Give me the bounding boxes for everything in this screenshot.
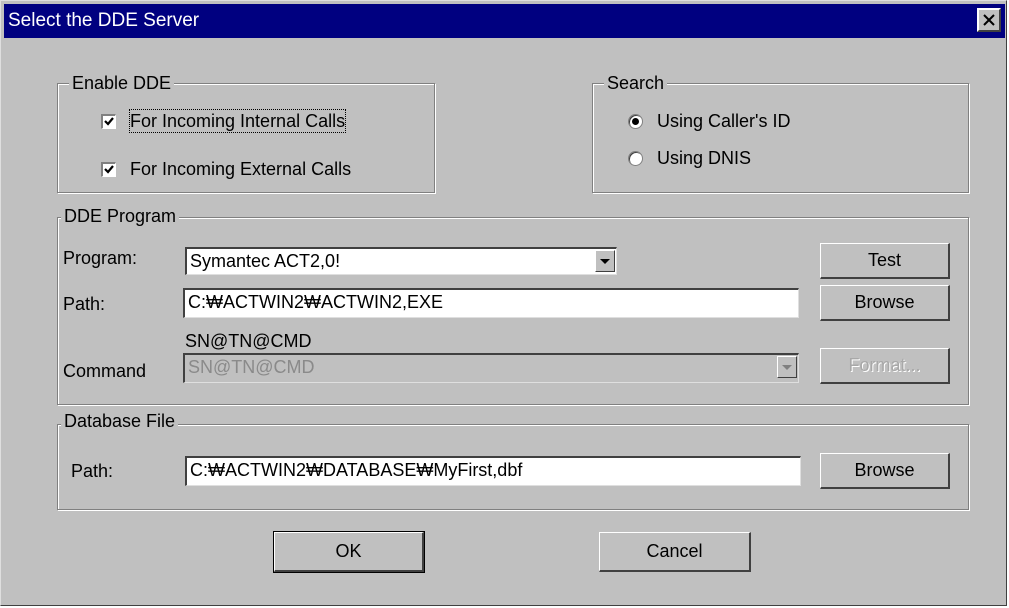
checkmark-icon bbox=[104, 165, 114, 174]
dnis-radio[interactable] bbox=[628, 151, 643, 166]
program-dropdown-button[interactable] bbox=[595, 250, 615, 272]
enable-dde-legend: Enable DDE bbox=[69, 73, 175, 93]
title-bar: Select the DDE Server bbox=[4, 4, 1005, 38]
database-path-label: Path: bbox=[71, 461, 114, 481]
incoming-internal-label[interactable]: For Incoming Internal Calls bbox=[128, 109, 347, 133]
program-browse-button[interactable]: Browse bbox=[820, 285, 950, 321]
command-hint: SN@TN@CMD bbox=[185, 331, 312, 351]
dialog-window: Select the DDE Server Enable DDE For Inc… bbox=[0, 0, 1007, 606]
callers-id-label[interactable]: Using Caller's ID bbox=[657, 110, 790, 132]
program-path-value: C:₩ACTWIN2₩ACTWIN2,EXE bbox=[188, 292, 443, 312]
database-path-input[interactable]: C:₩ACTWIN2₩DATABASE₩MyFirst,dbf bbox=[185, 456, 801, 486]
search-legend: Search bbox=[604, 73, 668, 93]
command-combobox[interactable]: SN@TN@CMD bbox=[183, 353, 799, 383]
dde-program-legend: DDE Program bbox=[61, 206, 180, 226]
test-button-label: Test bbox=[867, 250, 901, 270]
format-button[interactable]: Format... bbox=[820, 348, 950, 384]
program-combobox[interactable]: Symantec ACT2,0! bbox=[185, 247, 617, 275]
ok-button[interactable]: OK bbox=[273, 531, 425, 573]
program-path-label: Path: bbox=[63, 294, 106, 314]
incoming-internal-checkbox[interactable] bbox=[101, 114, 116, 129]
incoming-external-label[interactable]: For Incoming External Calls bbox=[130, 158, 351, 180]
radio-selected-dot bbox=[632, 118, 639, 125]
command-label: Command bbox=[63, 361, 147, 381]
chevron-down-icon bbox=[782, 365, 792, 370]
chevron-down-icon bbox=[600, 259, 610, 264]
database-browse-label: Browse bbox=[854, 460, 915, 480]
program-label: Program: bbox=[63, 248, 138, 268]
dnis-label[interactable]: Using DNIS bbox=[657, 147, 751, 169]
cancel-button-label: Cancel bbox=[646, 541, 703, 561]
command-dropdown-button[interactable] bbox=[777, 356, 797, 378]
format-button-label: Format... bbox=[848, 355, 921, 375]
program-value: Symantec ACT2,0! bbox=[190, 251, 341, 271]
command-value: SN@TN@CMD bbox=[188, 357, 315, 377]
callers-id-radio[interactable] bbox=[628, 114, 643, 129]
search-group bbox=[592, 83, 969, 193]
checkmark-icon bbox=[104, 117, 114, 126]
program-path-input[interactable]: C:₩ACTWIN2₩ACTWIN2,EXE bbox=[183, 288, 799, 318]
cancel-button[interactable]: Cancel bbox=[599, 532, 751, 572]
window-title: Select the DDE Server bbox=[8, 10, 200, 31]
close-icon bbox=[983, 14, 995, 26]
test-button[interactable]: Test bbox=[820, 243, 950, 279]
database-path-value: C:₩ACTWIN2₩DATABASE₩MyFirst,dbf bbox=[190, 460, 523, 480]
ok-button-label: OK bbox=[335, 541, 362, 561]
close-button[interactable] bbox=[977, 8, 1001, 32]
database-file-legend: Database File bbox=[61, 411, 179, 431]
incoming-external-checkbox[interactable] bbox=[101, 162, 116, 177]
database-browse-button[interactable]: Browse bbox=[820, 453, 950, 489]
program-browse-label: Browse bbox=[854, 292, 915, 312]
